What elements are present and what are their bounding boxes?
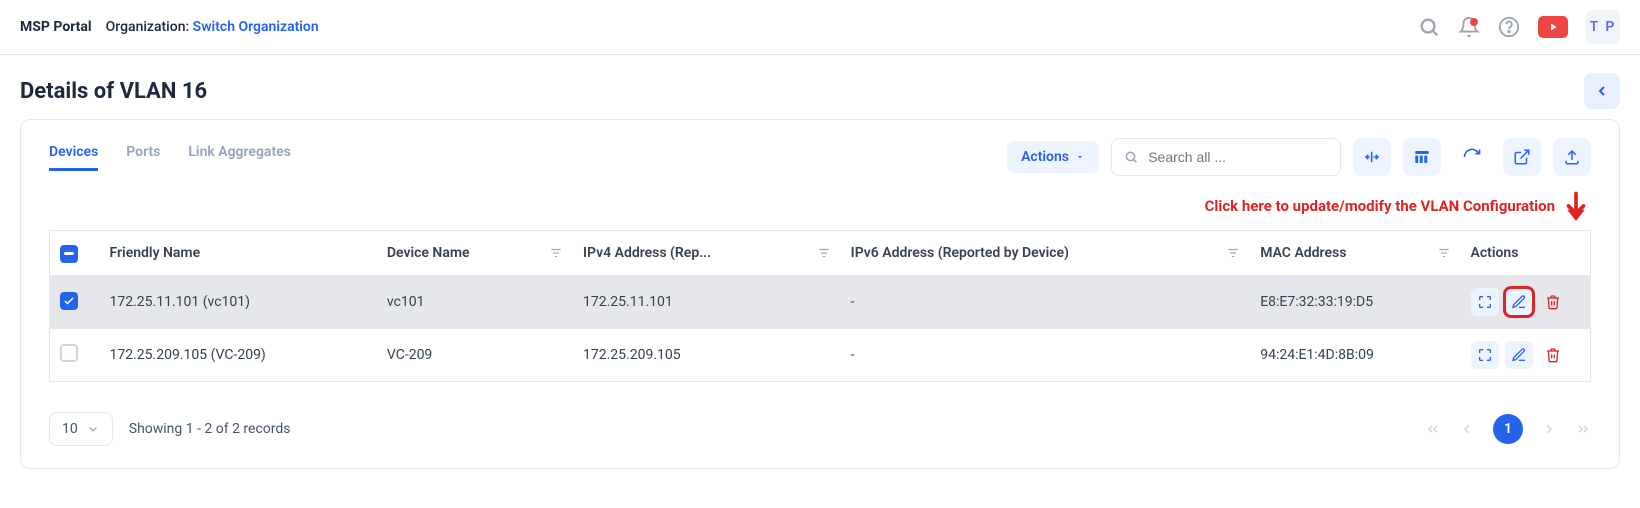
cell-ipv6: - bbox=[841, 275, 1251, 328]
pager-prev-button[interactable] bbox=[1459, 421, 1475, 437]
col-mac[interactable]: MAC Address bbox=[1260, 245, 1346, 261]
youtube-icon[interactable] bbox=[1538, 16, 1568, 38]
actions-dropdown-label: Actions bbox=[1021, 149, 1069, 165]
cell-device-name: vc101 bbox=[377, 275, 573, 328]
pager-next-button[interactable] bbox=[1541, 421, 1557, 437]
select-all-checkbox[interactable] bbox=[60, 245, 78, 263]
search-icon bbox=[1124, 149, 1138, 165]
tab-link-aggregates[interactable]: Link Aggregates bbox=[188, 144, 291, 171]
devices-table: Friendly Name Device Name IPv4 Address (… bbox=[49, 230, 1591, 382]
annotation-arrow-icon bbox=[1561, 186, 1591, 226]
filter-icon[interactable] bbox=[817, 246, 831, 260]
notification-dot bbox=[1470, 18, 1478, 26]
export-button[interactable] bbox=[1553, 138, 1591, 176]
tab-devices[interactable]: Devices bbox=[49, 144, 98, 171]
chevron-down-icon bbox=[86, 422, 100, 436]
row-delete-button[interactable] bbox=[1539, 288, 1567, 316]
refresh-button[interactable] bbox=[1453, 138, 1491, 176]
page-size-select[interactable]: 10 bbox=[49, 412, 113, 446]
cell-friendly-name: 172.25.209.105 (VC-209) bbox=[100, 328, 377, 381]
filter-icon[interactable] bbox=[1437, 246, 1451, 260]
cell-ipv4: 172.25.209.105 bbox=[573, 328, 841, 381]
table-row[interactable]: 172.25.209.105 (VC-209)VC-209172.25.209.… bbox=[50, 328, 1591, 381]
cell-ipv6: - bbox=[841, 328, 1251, 381]
col-actions: Actions bbox=[1471, 245, 1519, 261]
filter-icon[interactable] bbox=[1226, 246, 1240, 260]
search-input[interactable] bbox=[1146, 148, 1328, 166]
row-edit-button[interactable] bbox=[1505, 341, 1533, 369]
row-checkbox[interactable] bbox=[60, 292, 78, 310]
avatar[interactable]: T P bbox=[1586, 10, 1620, 44]
col-friendly-name[interactable]: Friendly Name bbox=[110, 245, 201, 261]
cell-friendly-name: 172.25.11.101 (vc101) bbox=[100, 275, 377, 328]
page-size-value: 10 bbox=[62, 421, 78, 437]
cell-mac: E8:E7:32:33:19:D5 bbox=[1250, 275, 1460, 328]
panel-collapse-button[interactable] bbox=[1584, 73, 1620, 109]
filter-icon[interactable] bbox=[549, 246, 563, 260]
organization-label: Organization: bbox=[106, 19, 190, 35]
row-checkbox[interactable] bbox=[60, 344, 78, 362]
table-row[interactable]: 172.25.11.101 (vc101)vc101172.25.11.101-… bbox=[50, 275, 1591, 328]
reset-columns-button[interactable] bbox=[1353, 138, 1391, 176]
page-title: Details of VLAN 16 bbox=[20, 79, 207, 104]
actions-dropdown[interactable]: Actions bbox=[1007, 141, 1099, 173]
search-icon[interactable] bbox=[1418, 16, 1440, 38]
row-edit-button[interactable] bbox=[1505, 288, 1533, 316]
cell-device-name: VC-209 bbox=[377, 328, 573, 381]
msp-portal-label[interactable]: MSP Portal bbox=[20, 19, 92, 35]
cell-ipv4: 172.25.11.101 bbox=[573, 275, 841, 328]
row-expand-button[interactable] bbox=[1471, 288, 1499, 316]
col-device-name[interactable]: Device Name bbox=[387, 245, 470, 261]
cell-mac: 94:24:E1:4D:8B:09 bbox=[1250, 328, 1460, 381]
pager-page-number[interactable]: 1 bbox=[1493, 414, 1523, 444]
annotation-text: Click here to update/modify the VLAN Con… bbox=[1205, 186, 1591, 226]
row-delete-button[interactable] bbox=[1539, 341, 1567, 369]
col-ipv6[interactable]: IPv6 Address (Reported by Device) bbox=[851, 245, 1069, 261]
notifications-icon[interactable] bbox=[1458, 16, 1480, 38]
row-expand-button[interactable] bbox=[1471, 341, 1499, 369]
pager-first-button[interactable] bbox=[1425, 421, 1441, 437]
search-input-wrapper[interactable] bbox=[1111, 138, 1341, 176]
col-ipv4[interactable]: IPv4 Address (Rep... bbox=[583, 245, 711, 261]
tab-ports[interactable]: Ports bbox=[126, 144, 160, 171]
pager-last-button[interactable] bbox=[1575, 421, 1591, 437]
help-icon[interactable] bbox=[1498, 16, 1520, 38]
switch-organization-link[interactable]: Switch Organization bbox=[193, 19, 319, 35]
columns-button[interactable] bbox=[1403, 138, 1441, 176]
records-summary: Showing 1 - 2 of 2 records bbox=[129, 421, 291, 437]
open-external-button[interactable] bbox=[1503, 138, 1541, 176]
